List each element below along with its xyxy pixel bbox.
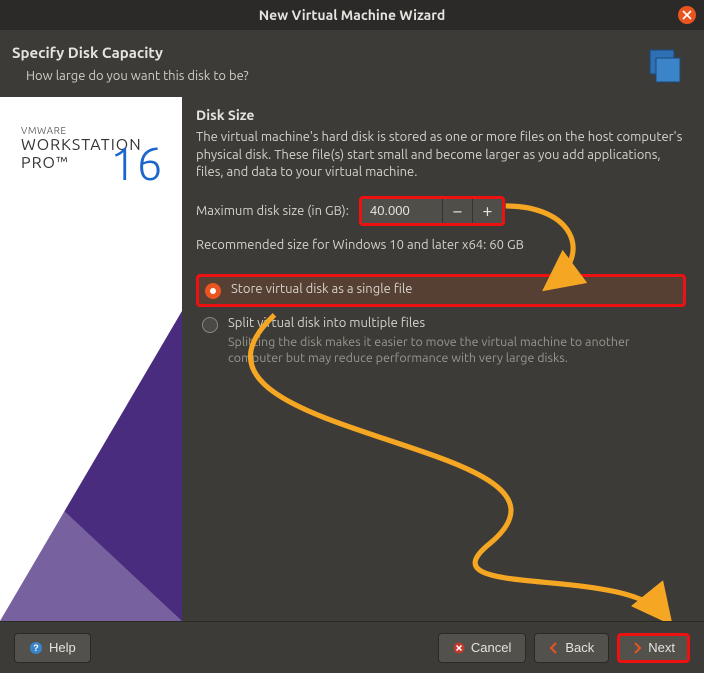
disk-icon (642, 48, 686, 92)
brand-tag: VMWARE (21, 125, 161, 136)
chevron-left-icon (549, 642, 559, 654)
sidebar-decoration (0, 451, 182, 621)
main-panel: Disk Size The virtual machine's hard dis… (182, 97, 704, 621)
help-button[interactable]: ? Help (14, 633, 91, 663)
close-icon (682, 10, 692, 20)
cancel-label: Cancel (471, 640, 511, 655)
radio-split-hint: Splitting the disk makes it easier to mo… (228, 334, 680, 367)
max-disk-spinbox: − + (359, 196, 505, 226)
help-label: Help (49, 640, 76, 655)
radio-split-files[interactable]: Split virtual disk into multiple files S… (196, 311, 686, 372)
sidebar-branding: VMWARE WORKSTATION PRO™ 16 (0, 97, 182, 621)
section-title: Disk Size (196, 107, 686, 123)
help-icon: ? (29, 641, 43, 655)
svg-text:?: ? (33, 643, 39, 653)
disk-description: The virtual machine's hard disk is store… (196, 129, 686, 182)
radio-icon (205, 283, 221, 299)
disk-storage-radiogroup: Store virtual disk as a single file Spli… (196, 274, 686, 372)
spin-down-button[interactable]: − (442, 199, 472, 223)
radio-icon (202, 317, 218, 333)
next-button[interactable]: Next (617, 633, 690, 663)
cancel-button[interactable]: Cancel (438, 633, 526, 663)
wizard-content: VMWARE WORKSTATION PRO™ 16 Disk Size The… (0, 97, 704, 621)
radio-single-label: Store virtual disk as a single file (231, 282, 412, 296)
cancel-icon (453, 642, 465, 654)
recommended-size: Recommended size for Windows 10 and late… (196, 238, 686, 252)
radio-single-file[interactable]: Store virtual disk as a single file (196, 274, 686, 307)
window-title: New Virtual Machine Wizard (259, 7, 446, 23)
next-label: Next (648, 640, 675, 655)
max-disk-label: Maximum disk size (in GB): (196, 204, 349, 218)
window-close-button[interactable] (678, 6, 696, 24)
wizard-window: New Virtual Machine Wizard Specify Disk … (0, 0, 704, 673)
back-button[interactable]: Back (534, 633, 609, 663)
brand-version: 16 (110, 137, 163, 189)
titlebar: New Virtual Machine Wizard (0, 0, 704, 30)
max-disk-row: Maximum disk size (in GB): − + (196, 196, 686, 226)
radio-split-label: Split virtual disk into multiple files (228, 316, 680, 330)
wizard-header: Specify Disk Capacity How large do you w… (0, 30, 704, 97)
page-title: Specify Disk Capacity (12, 44, 686, 61)
back-label: Back (565, 640, 594, 655)
wizard-footer: ? Help Cancel Back Next (0, 621, 704, 673)
chevron-right-icon (632, 642, 642, 654)
spin-up-button[interactable]: + (472, 199, 502, 223)
brand-block: VMWARE WORKSTATION PRO™ 16 (21, 125, 161, 172)
page-subtitle: How large do you want this disk to be? (12, 69, 686, 83)
max-disk-input[interactable] (362, 199, 442, 223)
